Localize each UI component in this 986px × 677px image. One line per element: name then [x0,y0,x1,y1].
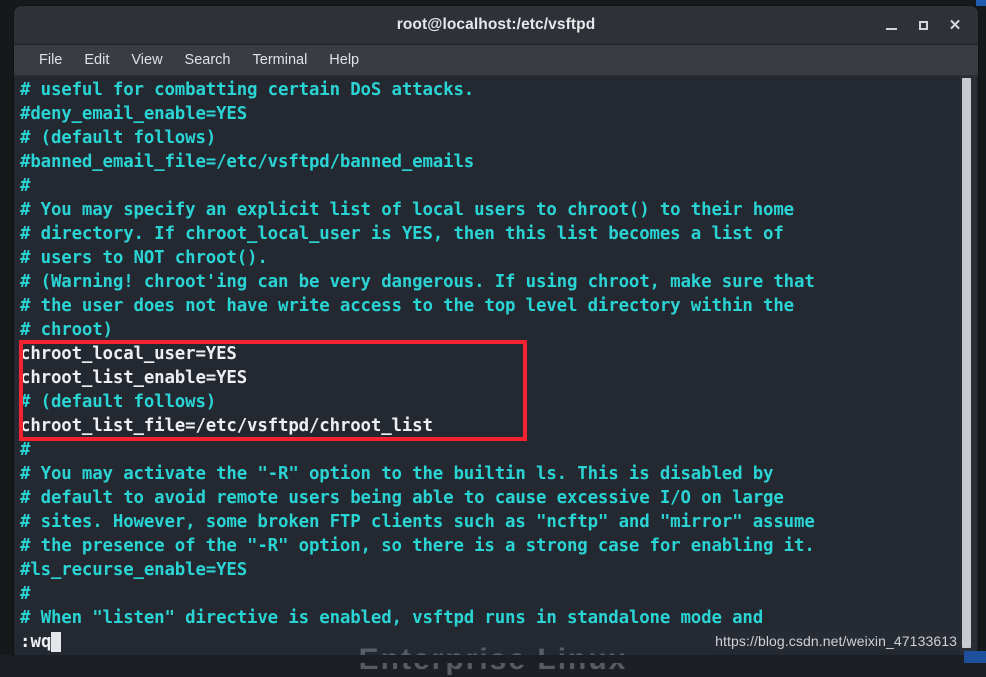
taskbar-accent [964,651,986,663]
maximize-button[interactable] [908,10,938,40]
minimize-button[interactable] [876,10,906,40]
menu-item-edit[interactable]: Edit [73,49,120,71]
terminal-line: # You may specify an explicit list of lo… [20,200,795,220]
maximize-icon [918,20,928,30]
terminal-line: # You may activate the "-R" option to th… [20,464,774,484]
terminal-line: chroot_local_user=YES [20,344,237,364]
terminal-line: # the user does not have write access to… [20,296,795,316]
scrollbar-track[interactable] [960,76,976,656]
terminal-line: chroot_list_enable=YES [20,368,248,388]
menu-item-search[interactable]: Search [174,49,242,71]
vim-command-text: :wq [20,632,52,652]
terminal-line: chroot_list_file=/etc/vsftpd/chroot_list [20,416,433,436]
terminal-line: # chroot) [20,320,113,340]
close-icon: ✕ [948,16,962,34]
terminal-line: # When "listen" directive is enabled, vs… [20,608,764,628]
title-bar: root@localhost:/etc/vsftpd ✕ [14,6,978,45]
window-title: root@localhost:/etc/vsftpd [396,16,596,33]
terminal-line: # [20,440,31,460]
minimize-icon [885,27,897,30]
terminal-line: # useful for combatting certain DoS atta… [20,80,475,100]
terminal-line: # [20,584,31,604]
menu-bar: File Edit View Search Terminal Help [14,45,978,76]
window-controls: ✕ [876,6,970,44]
terminal-line: # default to avoid remote users being ab… [20,488,784,508]
terminal-line: # users to NOT chroot(). [20,248,268,268]
terminal-line: #ls_recurse_enable=YES [20,560,248,580]
scrollbar-thumb[interactable] [962,78,971,648]
taskbar-strip [0,655,986,663]
terminal-window: root@localhost:/etc/vsftpd ✕ File Edit V… [14,6,978,656]
desktop-corner-accent [976,0,986,6]
close-button[interactable]: ✕ [940,10,970,40]
vim-command-line: :wq [20,630,62,654]
terminal-line: # (default follows) [20,128,217,148]
text-cursor [51,632,62,652]
terminal-line: # the presence of the "-R" option, so th… [20,536,815,556]
terminal-line: # [20,176,31,196]
terminal-line: #deny_email_enable=YES [20,104,248,124]
menu-item-view[interactable]: View [120,49,173,71]
terminal-line: # directory. If chroot_local_user is YES… [20,224,784,244]
menu-item-file[interactable]: File [28,49,73,71]
terminal-content-area[interactable]: # useful for combatting certain DoS atta… [14,76,978,656]
terminal-line: # (default follows) [20,392,217,412]
desktop-background: root@localhost:/etc/vsftpd ✕ File Edit V… [0,0,986,676]
terminal-line: # sites. However, some broken FTP client… [20,512,815,532]
terminal-line: #banned_email_file=/etc/vsftpd/banned_em… [20,152,475,172]
menu-item-terminal[interactable]: Terminal [242,49,319,71]
menu-item-help[interactable]: Help [318,49,370,71]
terminal-text: # useful for combatting certain DoS atta… [20,78,952,656]
terminal-line: # (Warning! chroot'ing can be very dange… [20,272,815,292]
